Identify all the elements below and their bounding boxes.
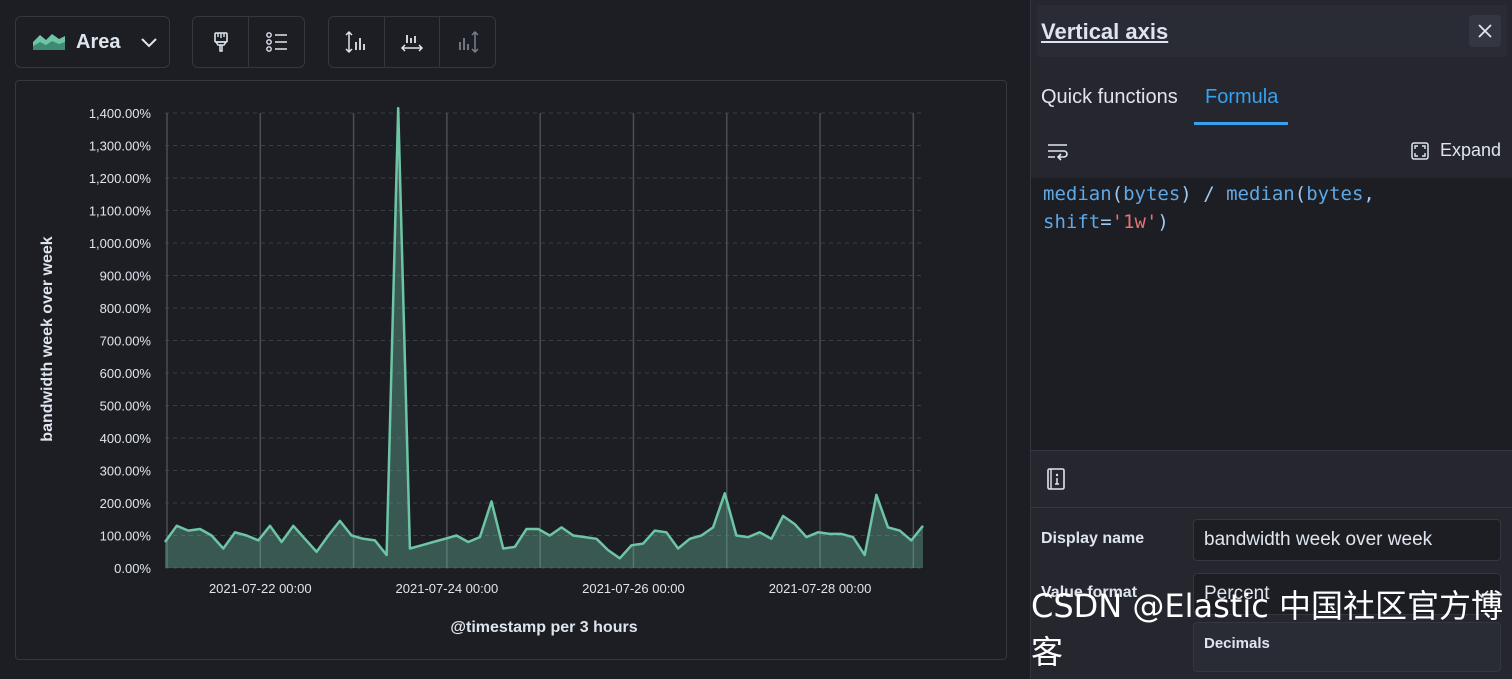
y-tick-label: 1,200.00% — [89, 171, 152, 186]
y-axis-ticks: 0.00% 100.00% 200.00% 300.00% 400.00% 500.00%… — [89, 106, 152, 576]
y-tick-label: 700.00% — [100, 334, 152, 349]
watermark-text: CSDN @Elastic 中国社区官方博客 — [1031, 587, 1504, 671]
formula-field: bytes — [1306, 183, 1364, 205]
chevron-down-icon — [141, 38, 158, 48]
function-tabs: Quick functions Formula — [1031, 70, 1512, 127]
chart-panel: 0.00% 100.00% 200.00% 300.00% 400.00% 500.00%… — [15, 80, 1007, 660]
x-tick-label: 2021-07-28 00:00 — [769, 581, 872, 596]
close-button[interactable] — [1469, 15, 1501, 47]
left-axis-button[interactable] — [329, 17, 385, 67]
formula-field: bytes — [1123, 183, 1181, 205]
x-tick-label: 2021-07-22 00:00 — [209, 581, 312, 596]
y-tick-label: 900.00% — [100, 269, 152, 284]
axis-group — [328, 16, 496, 68]
display-name-value: bandwidth week over week — [1204, 529, 1433, 550]
formula-function: median — [1226, 183, 1295, 205]
formula-paren: ) — [1180, 183, 1192, 205]
legend-list-icon — [265, 32, 287, 52]
chart-grid — [165, 112, 923, 569]
flyout-title[interactable]: Vertical axis — [1041, 19, 1168, 45]
series-fill — [165, 108, 923, 568]
formula-line-2: shift='1w') — [1043, 208, 1501, 236]
expand-icon — [1411, 141, 1429, 160]
visualization-area: Area 0.00% 100.00% 200.00% 300.00% 400.0… — [0, 0, 1030, 679]
formula-input[interactable]: median(bytes) / median(bytes, shift='1w'… — [1031, 178, 1512, 450]
formula-paren: ) — [1157, 211, 1169, 233]
chart-type-label: Area — [76, 30, 121, 53]
bottom-axis-icon — [400, 35, 424, 52]
legend-button[interactable] — [249, 17, 304, 67]
formula-paren: ( — [1294, 183, 1307, 205]
tab-quick-functions[interactable]: Quick functions — [1041, 86, 1178, 109]
right-axis-button[interactable] — [440, 17, 495, 67]
display-name-input[interactable]: bandwidth week over week — [1193, 519, 1501, 561]
word-wrap-icon[interactable] — [1047, 142, 1069, 162]
formula-operator: / — [1203, 183, 1215, 205]
y-tick-label: 200.00% — [100, 496, 152, 511]
flyout-header: Vertical axis — [1037, 5, 1507, 57]
y-tick-label: 1,300.00% — [89, 139, 152, 154]
y-tick-label: 500.00% — [100, 399, 152, 414]
x-axis-title: @timestamp per 3 hours — [450, 619, 637, 636]
right-axis-icon — [458, 30, 479, 54]
formula-help-bar — [1031, 450, 1512, 508]
x-axis-ticks: 2021-07-22 00:00 2021-07-24 00:00 2021-07-… — [209, 581, 871, 596]
formula-arg-key: shift — [1043, 211, 1101, 233]
series-area — [163, 106, 924, 568]
y-tick-label: 800.00% — [100, 301, 152, 316]
y-tick-label: 0.00% — [114, 561, 151, 576]
y-tick-label: 1,000.00% — [89, 236, 152, 251]
area-chart[interactable]: 0.00% 100.00% 200.00% 300.00% 400.00% 500.00%… — [16, 81, 1006, 659]
visual-options-button[interactable] — [193, 17, 249, 67]
formula-equals: = — [1100, 211, 1112, 233]
area-chart-icon — [33, 34, 65, 50]
expand-button[interactable]: Expand — [1410, 140, 1501, 161]
expand-label: Expand — [1439, 140, 1501, 160]
formula-function: median — [1043, 183, 1112, 205]
y-tick-label: 400.00% — [100, 431, 152, 446]
y-tick-label: 1,400.00% — [89, 106, 152, 121]
y-axis-title: bandwidth week over week — [39, 236, 56, 442]
y-tick-label: 100.00% — [100, 529, 152, 544]
y-tick-label: 300.00% — [100, 464, 152, 479]
series-line — [163, 106, 924, 560]
x-tick-label: 2021-07-26 00:00 — [582, 581, 685, 596]
flyout-panel: Vertical axis Quick functions Formula Ex… — [1030, 0, 1512, 679]
formula-editor-toolbar: Expand — [1031, 126, 1512, 179]
y-tick-label: 600.00% — [100, 366, 152, 381]
y-tick-label: 1,100.00% — [89, 204, 152, 219]
formula-comma: , — [1363, 183, 1375, 205]
active-tab-indicator — [1194, 122, 1288, 125]
formula-paren: ( — [1111, 183, 1124, 205]
paintbrush-icon — [213, 32, 228, 52]
appearance-group — [192, 16, 305, 68]
close-icon — [1478, 24, 1492, 38]
formula-line-1: median(bytes) / median(bytes, — [1043, 180, 1501, 208]
documentation-icon[interactable] — [1045, 467, 1067, 491]
x-tick-label: 2021-07-24 00:00 — [396, 581, 499, 596]
chart-type-selector[interactable]: Area — [15, 16, 170, 68]
display-name-label: Display name — [1041, 530, 1145, 547]
bottom-axis-button[interactable] — [385, 17, 441, 67]
formula-arg-value: '1w' — [1111, 211, 1158, 233]
tab-formula[interactable]: Formula — [1205, 86, 1278, 109]
left-axis-icon — [345, 30, 366, 54]
